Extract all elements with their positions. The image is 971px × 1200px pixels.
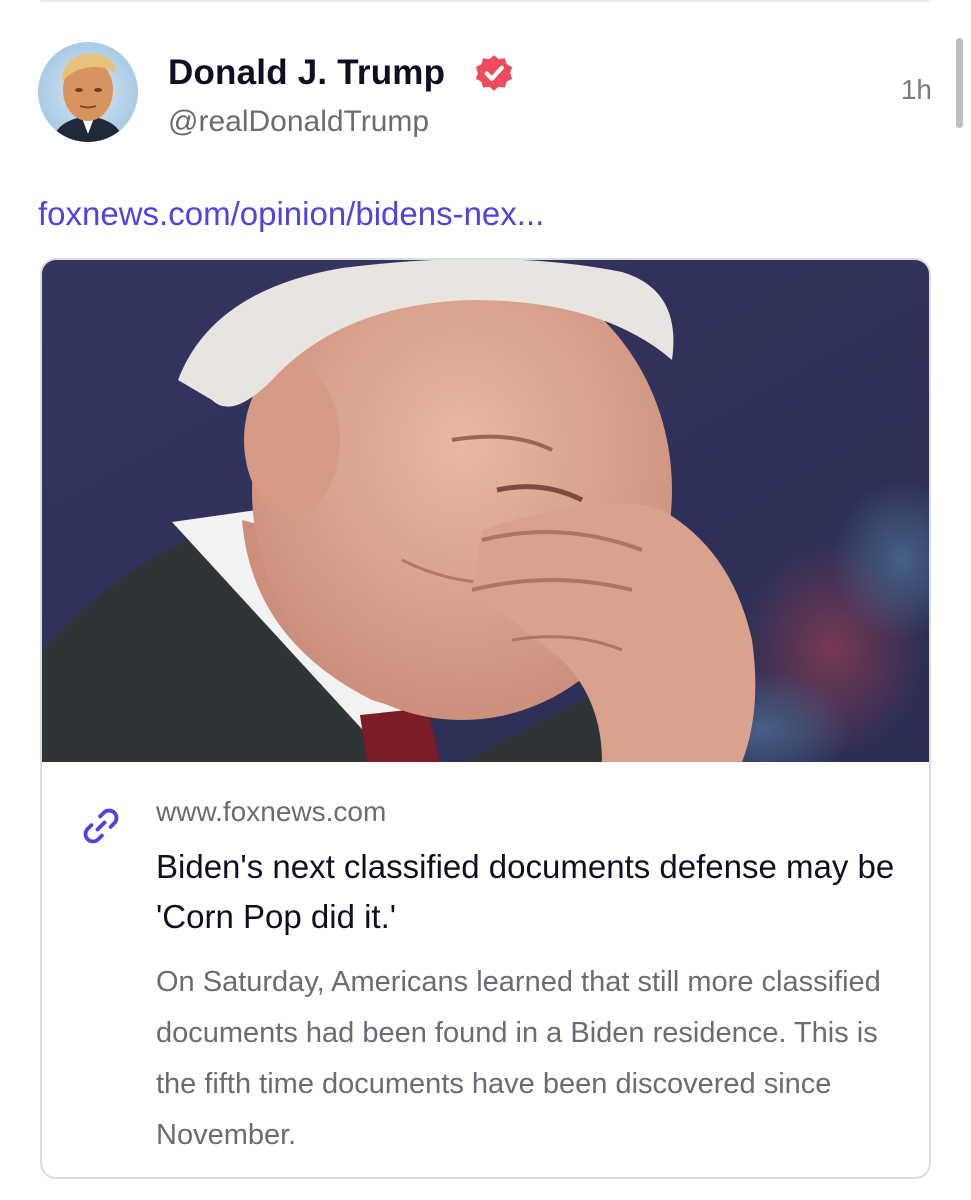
- link-icon: [83, 808, 119, 844]
- card-image[interactable]: [42, 260, 929, 762]
- post-timestamp[interactable]: 1h: [880, 72, 932, 108]
- card-domain: www.foxnews.com: [156, 796, 387, 827]
- author-name[interactable]: Donald J. Trump: [168, 52, 445, 94]
- link-preview-card[interactable]: www.foxnews.com Biden's next classified …: [40, 258, 931, 1179]
- card-title[interactable]: Biden's next classified documents defens…: [156, 842, 896, 942]
- scrollbar[interactable]: [956, 38, 963, 128]
- author-handle[interactable]: @realDonaldTrump: [168, 103, 429, 141]
- post-link[interactable]: foxnews.com/opinion/bidens-nex...: [38, 192, 544, 236]
- top-divider: [40, 0, 930, 2]
- avatar[interactable]: [38, 42, 138, 142]
- card-body[interactable]: www.foxnews.com Biden's next classified …: [42, 762, 929, 1177]
- verified-badge-icon: [475, 55, 513, 91]
- avatar-image: [38, 42, 138, 142]
- card-description: On Saturday, Americans learned that stil…: [156, 966, 881, 1151]
